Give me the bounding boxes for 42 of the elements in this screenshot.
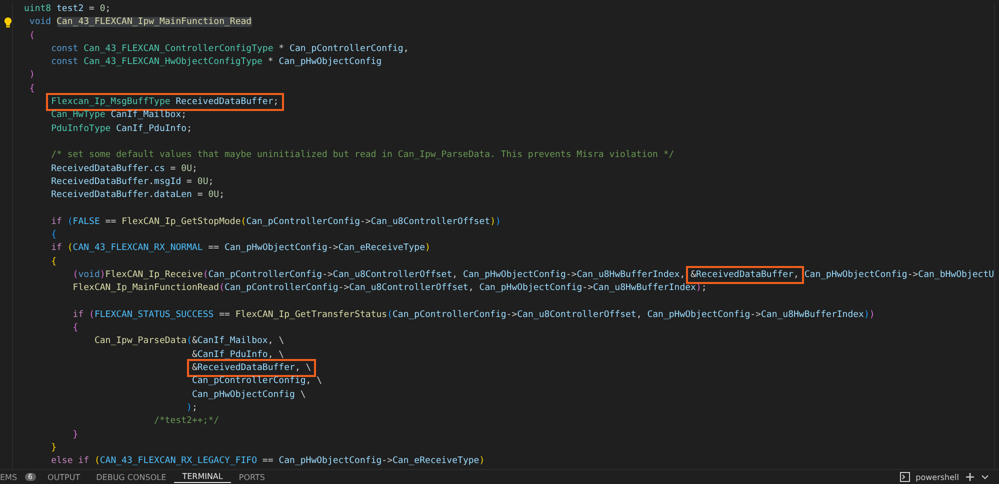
panel-tab[interactable]: PORTS	[230, 472, 273, 482]
code-line: void Can_43_FLEXCAN_Ipw_MainFunction_Read	[28, 16, 253, 30]
code-line: Can_pHwObjectConfig \	[190, 388, 307, 402]
panel-tab[interactable]: EMS	[0, 472, 26, 482]
chevron-down-icon[interactable]	[981, 474, 989, 480]
code-line: uint8 test2 = 0;	[24, 3, 112, 16]
code-line: }	[72, 428, 80, 442]
code-line: {	[28, 82, 36, 96]
code-line: )	[28, 69, 36, 82]
code-line: &ReceivedDataBuffer, \	[24, 362, 994, 376]
terminal-icon	[900, 472, 910, 482]
code-line: (void)FlexCAN_Ip_Receive(Can_pControllerConfig->Can_u8ControllerOffset, Can_pHwObjectConfig->Can_u8HwBufferIndex, &ReceivedDataBuffer, Can_pHwObjectConfig->Can_bHwObjectU	[24, 268, 994, 282]
code-line: const Can_43_FLEXCAN_HwObjectConfigType * Can_pHwObjectConfig	[50, 56, 383, 70]
code-line: Can_Ipw_ParseData(&CanIf_Mailbox, \	[93, 335, 286, 348]
code-line: {	[50, 256, 58, 269]
code-line: if (CAN_43_FLEXCAN_RX_NORMAL == Can_pHwObjectConfig->Can_eReceiveType)	[50, 242, 432, 256]
terminal-name[interactable]: powershell	[916, 472, 959, 482]
code-line: Flexcan_Ip_MsgBuffType ReceivedDataBuffer;	[24, 96, 994, 110]
code-line: Can_HwType CanIf_Mailbox;	[50, 109, 188, 122]
code-line: );	[186, 402, 198, 415]
code-line: {	[72, 322, 80, 336]
code-line: if (FLEXCAN_STATUS_SUCCESS == FlexCAN_Ip_GetTransferStatus(Can_pControllerConfig->Can_u8ControllerOffset, Can_pHwObjectConfig->Can_u8HwBufferIndex))	[72, 308, 876, 322]
code-line: /* set some default values that maybe uninitialized but read in Can_Ipw_ParseData. This prevents Misra violation */	[50, 149, 676, 162]
lightbulb-icon[interactable]	[4, 17, 12, 28]
code-line: ReceivedDataBuffer.msgId = 0U;	[50, 176, 215, 189]
code-line: ReceivedDataBuffer.cs = 0U;	[50, 162, 198, 176]
code-line: PduInfoType CanIf_PduInfo;	[50, 122, 193, 136]
plus-icon[interactable]	[965, 472, 975, 482]
code-line: ReceivedDataBuffer.dataLen = 0U;	[50, 189, 226, 202]
code-line: {	[50, 229, 58, 242]
code-line: &CanIf_PduInfo, \	[190, 348, 286, 362]
code-line: const Can_43_FLEXCAN_ControllerConfigType * Can_pControllerConfig,	[50, 42, 410, 56]
code-line: (	[28, 30, 36, 43]
code-line: if (FALSE == FlexCAN_Ip_GetStopMode(Can_pControllerConfig->Can_u8ControllerOffset))	[50, 216, 502, 229]
code-line: FlexCAN_Ip_MainFunctionRead(Can_pControllerConfig->Can_u8ControllerOffset, Can_pHwObjectConfig->Can_u8HwBufferIndex);	[72, 282, 708, 296]
code-line: else if (CAN_43_FLEXCAN_RX_LEGACY_FIFO == Can_pHwObjectConfig->Can_eReceiveType)	[50, 455, 486, 468]
panel-tab[interactable]: OUTPUT	[40, 472, 88, 482]
panel-tab[interactable]: DEBUG CONSOLE	[88, 472, 174, 482]
code-line: /*test2++;*/	[153, 415, 220, 428]
code-line: }	[50, 442, 58, 455]
code-line: Can_pControllerConfig, \	[190, 375, 324, 388]
panel-tab[interactable]: TERMINAL	[174, 471, 231, 483]
